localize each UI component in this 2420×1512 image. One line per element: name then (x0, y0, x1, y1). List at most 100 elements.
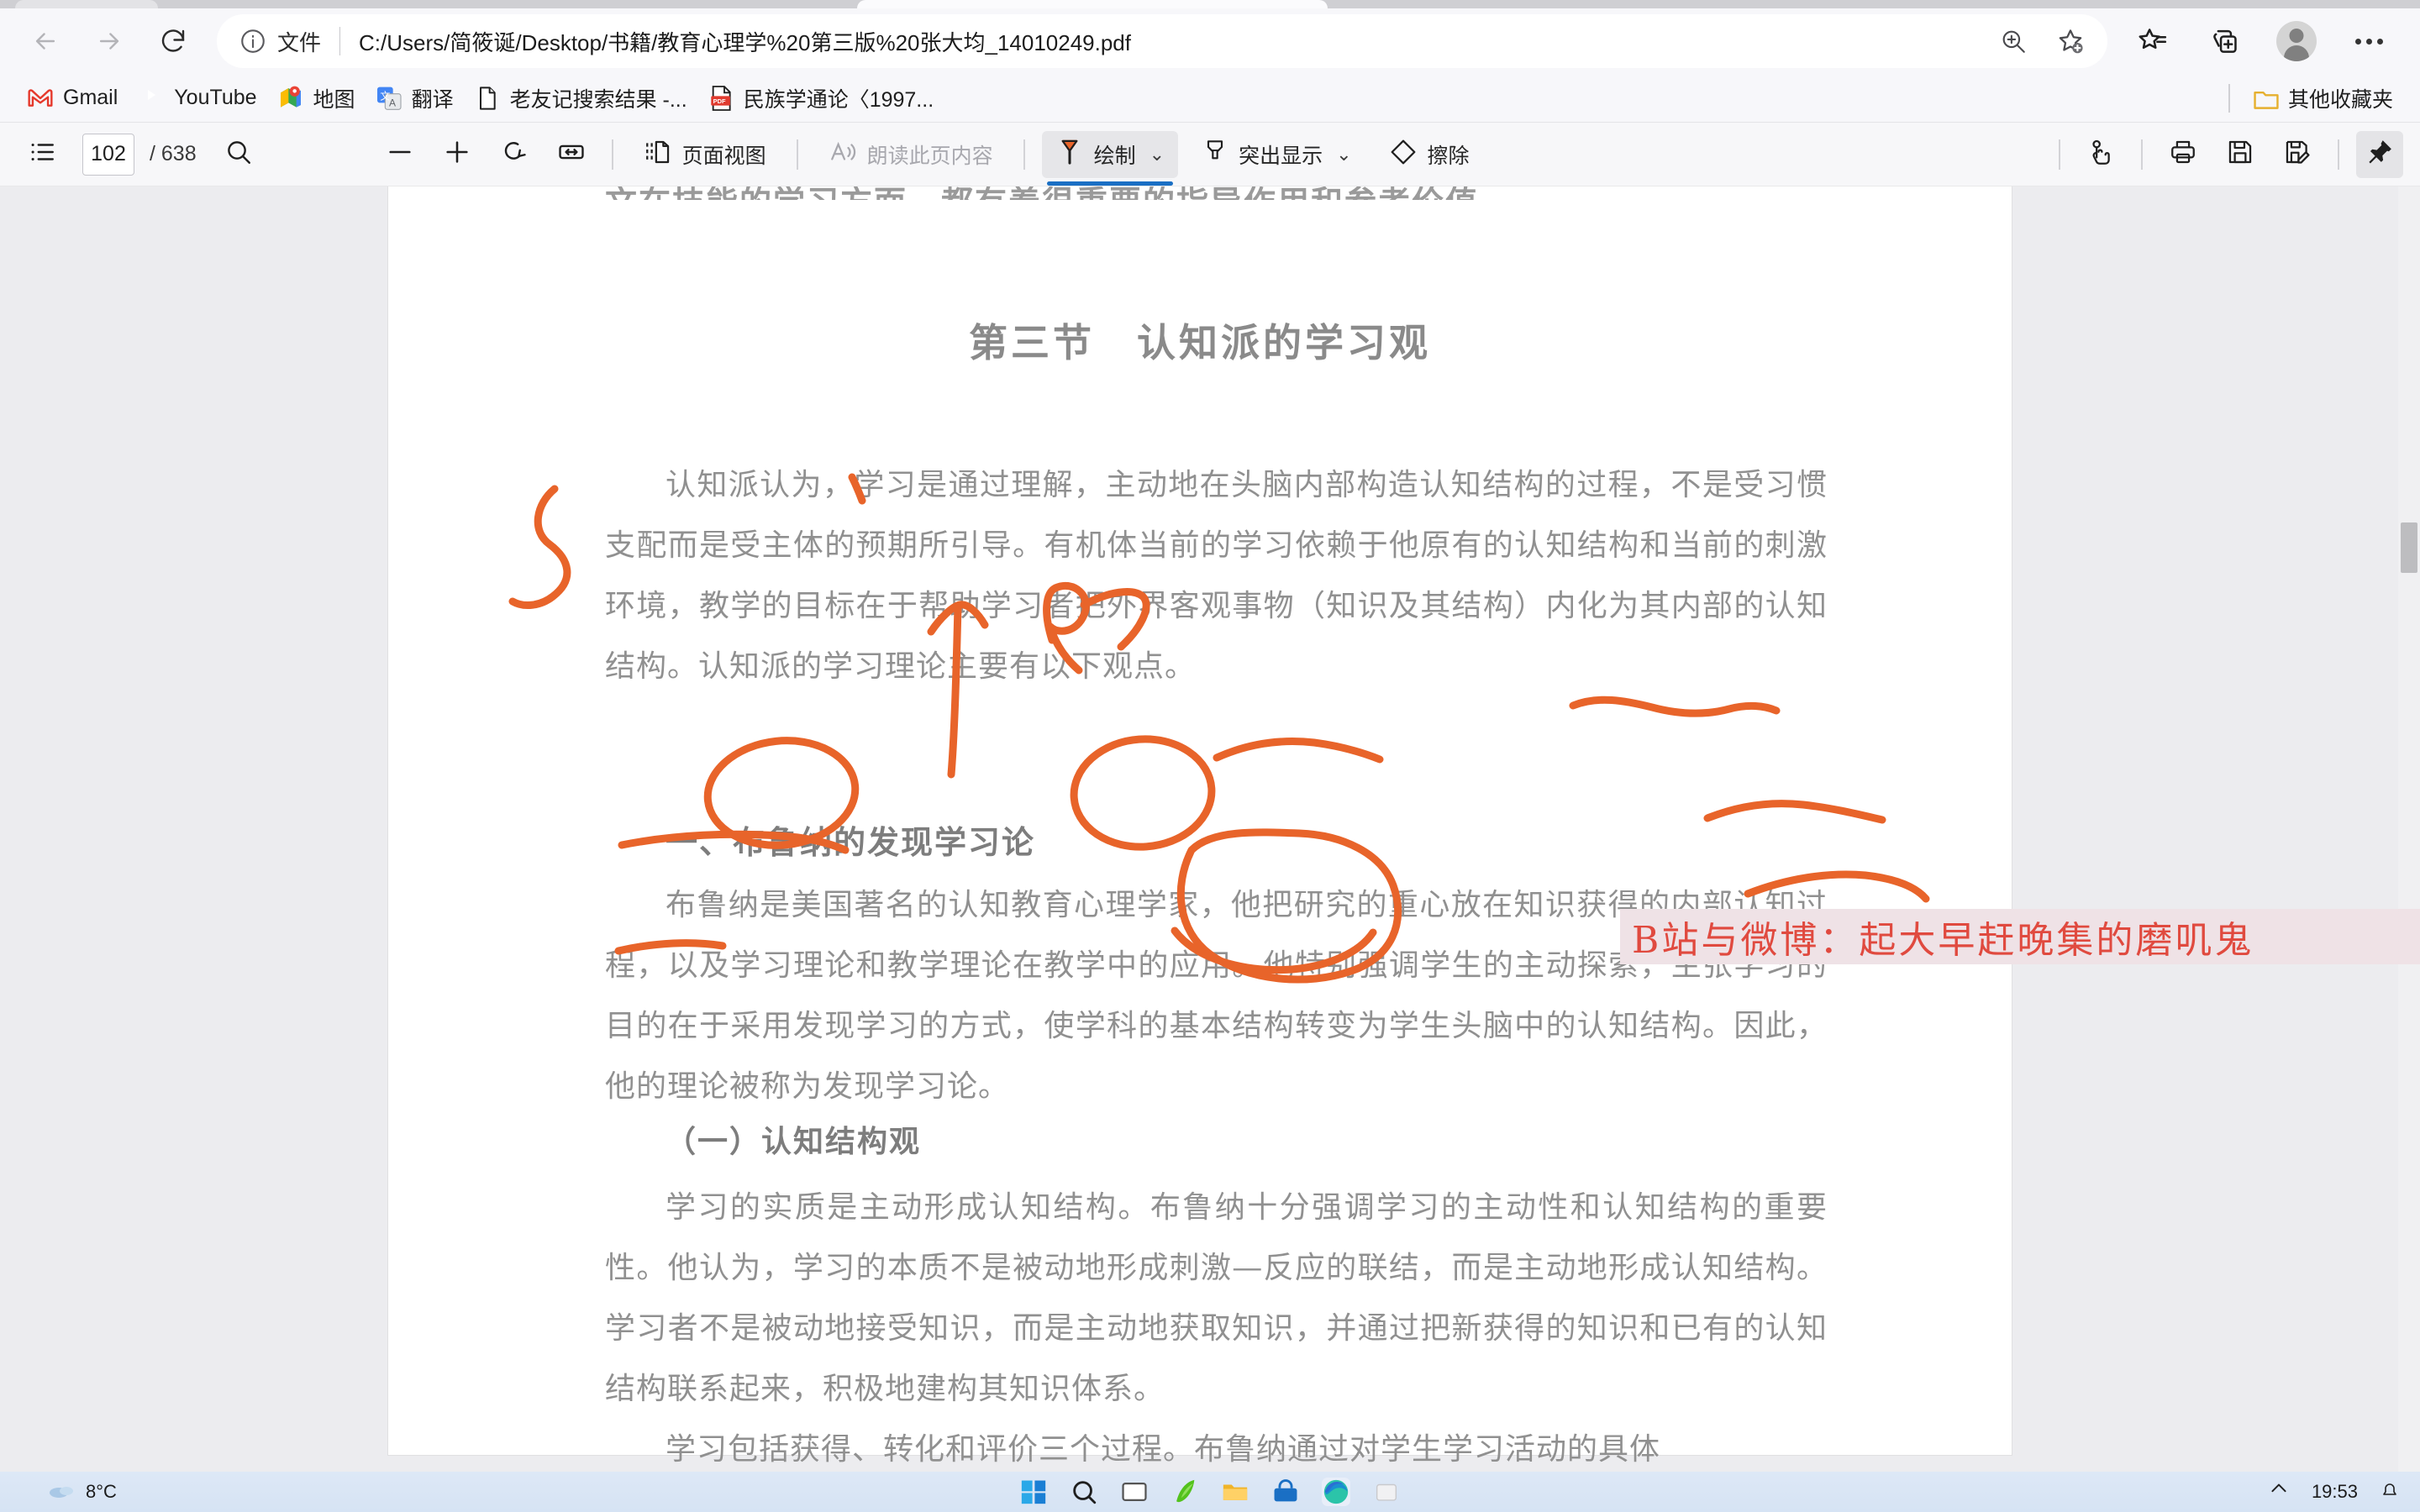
rotate-button[interactable] (491, 131, 538, 178)
read-aloud-button[interactable]: 朗读此页内容 (815, 131, 1007, 178)
microsoft-edge-button[interactable] (1322, 1478, 1350, 1506)
erase-button[interactable]: 擦除 (1376, 131, 1483, 178)
page-zoom-button[interactable] (1988, 16, 2039, 66)
weather-widget[interactable]: 8°C (0, 1478, 117, 1505)
page-list-button[interactable] (18, 131, 66, 178)
info-icon[interactable] (239, 27, 267, 55)
bookmark-label: 地图 (313, 87, 355, 112)
pin-button[interactable] (2356, 130, 2403, 178)
google-translate-icon: 文 A (376, 85, 402, 112)
page-total-label: / 638 (150, 142, 197, 165)
tab-strip (0, 0, 2420, 8)
url-text[interactable]: C:/Users/简筱诞/Desktop/书籍/教育心理学%20第三版%20张大… (359, 26, 1985, 57)
address-bar[interactable]: 文件 C:/Users/简筱诞/Desktop/书籍/教育心理学%20第三版%2… (217, 14, 2107, 68)
zoom-out-button[interactable] (376, 131, 424, 178)
notification-icon[interactable] (2380, 1479, 2400, 1504)
app-extra-button[interactable] (1372, 1478, 1401, 1506)
toolbar-divider (611, 139, 613, 170)
pdf-page: 文在技能的学习方面，都有着很重要的指导作用和参考价值。 第三节 认知派的学习观 … (388, 186, 2012, 1467)
watermark-text: B站与微博：起大早赶晚集的磨叽鬼 (1632, 919, 2254, 962)
bookmark-other-folder[interactable]: 其他收藏夹 (2242, 78, 2403, 118)
forward-arrow-icon (95, 27, 124, 55)
bookmark-label: YouTube (174, 86, 257, 109)
add-favorite-button[interactable] (2045, 16, 2096, 66)
task-view-button[interactable] (1120, 1478, 1149, 1506)
heading-1: 一、布鲁纳的发现学习论 (666, 823, 1036, 861)
reload-button[interactable] (146, 14, 200, 68)
search-button[interactable] (1070, 1478, 1098, 1506)
omnibox-divider (339, 27, 341, 55)
more-options-button[interactable] (2343, 15, 2395, 67)
active-browser-tab[interactable] (857, 0, 1328, 8)
bookmark-document[interactable]: 老友记搜索结果 -... (464, 78, 697, 118)
file-explorer-button[interactable] (1221, 1478, 1249, 1506)
browser-tab[interactable] (15, 0, 158, 8)
back-arrow-icon (31, 27, 60, 55)
touch-mode-button[interactable] (2077, 131, 2124, 178)
scrollbar-thumb[interactable] (2401, 522, 2417, 573)
draw-button[interactable]: 绘制 ⌄ (1041, 130, 1179, 186)
page-view-button[interactable]: 页面视图 (630, 131, 780, 178)
bookmark-maps[interactable]: 地图 (267, 78, 366, 118)
current-page-input[interactable]: 102 (82, 133, 134, 176)
chevron-down-icon[interactable]: ⌄ (1336, 144, 1351, 165)
bookmarks-divider (2228, 83, 2230, 113)
zoom-out-icon (386, 138, 414, 171)
profile-avatar (2276, 21, 2317, 61)
bookmark-gmail[interactable]: Gmail (17, 80, 128, 117)
toolbar-divider (2338, 139, 2339, 170)
microsoft-store-button[interactable] (1271, 1478, 1300, 1506)
save-as-button[interactable] (2274, 131, 2321, 178)
vertical-scrollbar[interactable] (2398, 186, 2420, 1472)
draw-pen-icon (1055, 137, 1084, 171)
back-button[interactable] (18, 14, 72, 68)
zoom-in-icon (443, 138, 471, 171)
fit-to-width-icon (557, 138, 586, 171)
browser-toolbar-right (2116, 15, 2420, 67)
start-button[interactable] (1019, 1478, 1048, 1506)
pin-icon (2365, 138, 2394, 171)
search-button[interactable] (215, 131, 262, 178)
bookmark-pdf[interactable]: PDF 民族学通论〈1997... (697, 78, 944, 118)
pdf-page-content: 文在技能的学习方面，都有着很重要的指导作用和参考价值。 第三节 认知派的学习观 … (388, 186, 2012, 1467)
folder-icon (2252, 85, 2279, 112)
chevron-down-icon[interactable]: ⌄ (1150, 144, 1165, 165)
favorites-icon (2136, 25, 2168, 57)
bookmark-youtube[interactable]: YouTube (128, 80, 266, 117)
system-tray-icon[interactable] (2268, 1478, 2290, 1505)
print-button[interactable] (2160, 131, 2207, 178)
save-button[interactable] (2217, 131, 2264, 178)
collections-button[interactable] (2198, 15, 2250, 67)
favorites-button[interactable] (2126, 15, 2178, 67)
toolbar-divider (1023, 139, 1025, 170)
page-view-label: 页面视图 (681, 144, 766, 168)
rotate-icon (500, 138, 529, 171)
pdf-viewer[interactable]: 文在技能的学习方面，都有着很重要的指导作用和参考价值。 第三节 认知派的学习观 … (0, 186, 2420, 1472)
highlight-button[interactable]: 突出显示 ⌄ (1188, 131, 1365, 178)
taskbar-system-area: 19:53 (2268, 1478, 2400, 1505)
toolbar-divider (796, 139, 798, 170)
forward-button[interactable] (82, 14, 136, 68)
fit-to-width-button[interactable] (548, 131, 595, 178)
windows-taskbar: 8°C 19:53 (0, 1472, 2420, 1512)
draw-label: 绘制 (1093, 144, 1136, 168)
bookmark-label: 民族学通论〈1997... (743, 87, 934, 112)
bookmarks-bar: Gmail YouTube 地图 文 A 翻译 老友记搜索结果 -... PDF… (0, 74, 2420, 123)
weather-cloud-icon (49, 1478, 77, 1505)
more-options-icon (2354, 38, 2383, 45)
read-aloud-label: 朗读此页内容 (866, 144, 993, 168)
profile-button[interactable] (2270, 15, 2323, 67)
omnibox-actions (1985, 16, 2099, 66)
read-aloud-icon (829, 138, 857, 171)
svg-text:PDF: PDF (713, 97, 725, 105)
zoom-in-button[interactable] (434, 131, 481, 178)
url-scheme-label: 文件 (277, 29, 322, 55)
highlighter-icon (1202, 137, 1228, 171)
wps-office-button[interactable] (1171, 1478, 1199, 1506)
google-maps-icon (277, 85, 304, 112)
bookmark-translate[interactable]: 文 A 翻译 (366, 78, 464, 118)
taskbar-clock[interactable]: 19:53 (2312, 1481, 2358, 1503)
pdf-toolbar: 102 / 638 页面视图 朗读此页内容 绘制 ⌄ 突出显示 ⌄ 擦除 (0, 123, 2420, 186)
reload-icon (158, 26, 188, 56)
save-as-icon (2283, 138, 2312, 171)
